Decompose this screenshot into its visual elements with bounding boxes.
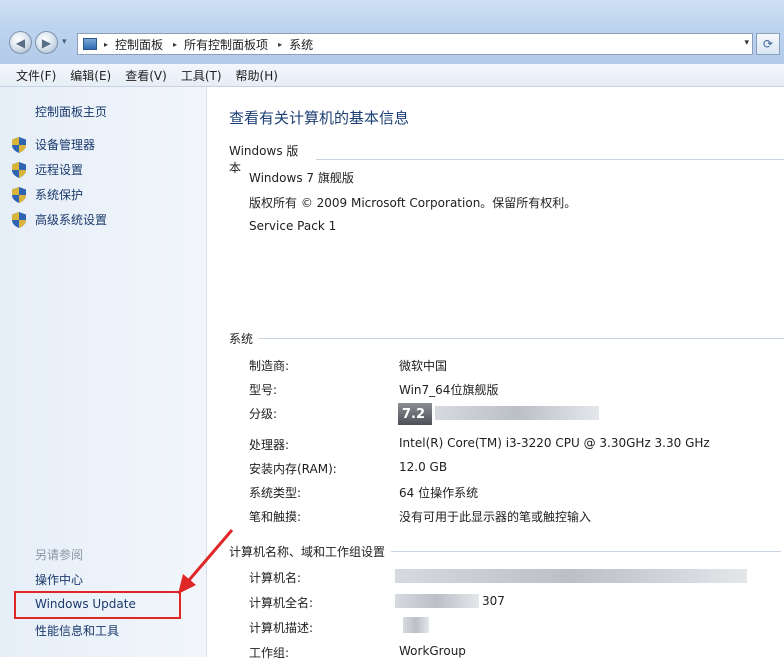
- annotation-arrow-icon: [178, 529, 234, 594]
